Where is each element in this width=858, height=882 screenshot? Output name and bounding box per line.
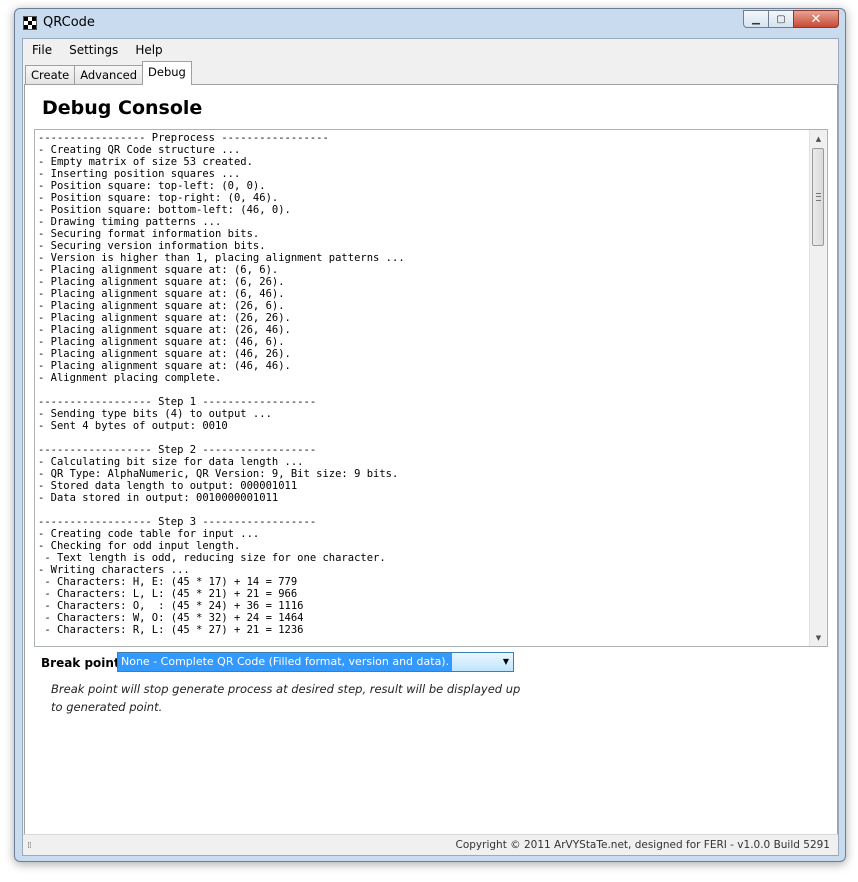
break-point-label: Break point: bbox=[41, 656, 125, 670]
debug-tab-page: Debug Console ----------------- Preproce… bbox=[24, 84, 838, 836]
window-controls: ▁ ▢ ✕ bbox=[743, 10, 839, 28]
qr-code-icon bbox=[23, 16, 37, 30]
minimize-button[interactable]: ▁ bbox=[743, 10, 769, 28]
maximize-icon: ▢ bbox=[776, 13, 786, 25]
maximize-button[interactable]: ▢ bbox=[768, 10, 794, 28]
break-point-note: Break point will stop generate process a… bbox=[51, 682, 521, 714]
tab-debug[interactable]: Debug bbox=[142, 61, 192, 85]
console-text[interactable]: ----------------- Preprocess -----------… bbox=[38, 132, 405, 636]
break-point-selected-value: None - Complete QR Code (Filled format, … bbox=[118, 653, 453, 671]
debug-console[interactable]: ----------------- Preprocess -----------… bbox=[34, 129, 828, 647]
tab-strip: Create Advanced Debug bbox=[25, 61, 192, 85]
vertical-scrollbar[interactable]: ▲ ▼ bbox=[809, 130, 827, 646]
tab-create[interactable]: Create bbox=[25, 65, 76, 85]
status-copyright: Copyright © 2011 ArVYStaTe.net, designed… bbox=[455, 839, 830, 851]
scroll-down-arrow-icon[interactable]: ▼ bbox=[810, 629, 827, 646]
menu-help[interactable]: Help bbox=[127, 43, 170, 57]
scroll-thumb[interactable] bbox=[812, 148, 824, 246]
page-title: Debug Console bbox=[42, 97, 203, 119]
client-area: File Settings Help Create Advanced Debug… bbox=[22, 38, 839, 856]
scroll-grip-icon bbox=[816, 193, 821, 201]
menu-file[interactable]: File bbox=[24, 43, 60, 57]
scroll-up-arrow-icon[interactable]: ▲ bbox=[810, 130, 827, 147]
close-button[interactable]: ✕ bbox=[793, 10, 839, 28]
chevron-down-icon[interactable]: ▼ bbox=[503, 653, 509, 671]
minimize-icon: ▁ bbox=[752, 13, 760, 25]
menu-settings[interactable]: Settings bbox=[61, 43, 126, 57]
resize-grip-icon[interactable]: ⁞⁞ bbox=[27, 841, 32, 851]
app-window: QRCode ▁ ▢ ✕ File Settings Help Create A… bbox=[14, 8, 846, 862]
title-bar[interactable]: QRCode ▁ ▢ ✕ bbox=[15, 9, 845, 37]
status-bar: ⁞⁞ Copyright © 2011 ArVYStaTe.net, desig… bbox=[23, 834, 838, 855]
menu-bar: File Settings Help bbox=[23, 39, 838, 61]
close-icon: ✕ bbox=[810, 11, 822, 27]
window-title: QRCode bbox=[43, 15, 95, 30]
break-point-select[interactable]: None - Complete QR Code (Filled format, … bbox=[117, 652, 514, 672]
tab-advanced[interactable]: Advanced bbox=[74, 65, 144, 85]
